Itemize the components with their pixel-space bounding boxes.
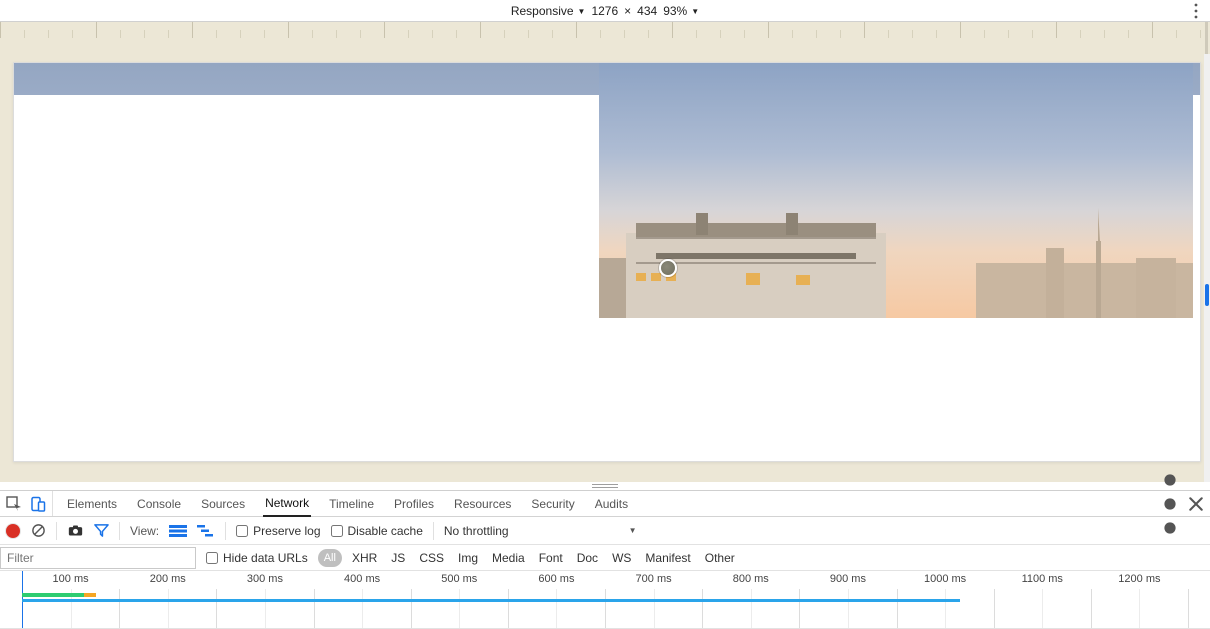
preserve-log-input[interactable]: [236, 525, 248, 537]
view-label: View:: [130, 524, 159, 538]
filter-all-pill[interactable]: All: [318, 549, 342, 567]
chevron-down-icon: ▼: [578, 7, 586, 16]
timeline-tick-label: 1100 ms: [1022, 573, 1063, 585]
panel-splitter[interactable]: [0, 482, 1210, 490]
tab-console[interactable]: Console: [135, 491, 183, 517]
filter-type-doc[interactable]: Doc: [577, 551, 598, 565]
tab-sources[interactable]: Sources: [199, 491, 247, 517]
timeline-segment-blue: [22, 599, 960, 602]
preserve-log-checkbox[interactable]: Preserve log: [236, 524, 320, 538]
timeline-tick-label: 700 ms: [636, 573, 672, 585]
zoom-dropdown[interactable]: 93% ▼: [663, 4, 699, 18]
timeline-tick-label: 500 ms: [441, 573, 477, 585]
device-stage: [0, 22, 1210, 482]
view-large-icon[interactable]: [169, 524, 187, 538]
viewport-height[interactable]: 434: [637, 4, 657, 18]
horizontal-ruler[interactable]: [0, 22, 1210, 38]
timeline-tick-label: 400 ms: [344, 573, 380, 585]
throttling-value: No throttling: [444, 524, 509, 538]
record-button[interactable]: [6, 524, 20, 538]
screenshot-button[interactable]: [67, 523, 83, 539]
close-devtools-icon[interactable]: [1188, 496, 1204, 512]
devtools-menu-icon[interactable]: [1162, 496, 1178, 512]
hide-data-urls-checkbox[interactable]: Hide data URLs: [206, 551, 308, 565]
device-mode-bar: Responsive ▼ 1276 × 434 93% ▼: [0, 0, 1210, 22]
tab-timeline[interactable]: Timeline: [327, 491, 376, 517]
filter-type-font[interactable]: Font: [539, 551, 563, 565]
timeline-segment-green: [22, 593, 84, 597]
device-options-menu[interactable]: [1190, 0, 1202, 22]
filter-input[interactable]: [0, 547, 196, 569]
tab-elements[interactable]: Elements: [65, 491, 119, 517]
disable-cache-checkbox[interactable]: Disable cache: [331, 524, 423, 538]
device-toggle-icon[interactable]: [30, 496, 46, 512]
network-toolbar: View: Preserve log Disable cache No thro…: [0, 517, 1210, 545]
timeline-tick-label: 300 ms: [247, 573, 283, 585]
filter-type-xhr[interactable]: XHR: [352, 551, 377, 565]
filter-type-ws[interactable]: WS: [612, 551, 631, 565]
hide-data-urls-input[interactable]: [206, 552, 218, 564]
network-filter-bar: Hide data URLs All XHR JS CSS Img Media Font D…: [0, 545, 1210, 571]
device-preset-dropdown[interactable]: Responsive ▼: [511, 4, 586, 18]
filter-type-manifest[interactable]: Manifest: [645, 551, 690, 565]
viewport-width[interactable]: 1276: [591, 4, 618, 18]
zoom-value: 93%: [663, 4, 687, 18]
tab-resources[interactable]: Resources: [452, 491, 513, 517]
filter-type-img[interactable]: Img: [458, 551, 478, 565]
preserve-log-label: Preserve log: [253, 524, 320, 538]
devtools-panel: Elements Console Sources Network Timeline Pro…: [0, 490, 1210, 629]
chevron-down-icon: ▼: [691, 7, 699, 16]
chevron-down-icon: ▼: [629, 526, 637, 535]
throttling-dropdown[interactable]: No throttling ▼: [444, 524, 637, 538]
dimension-separator: ×: [624, 4, 631, 18]
clear-button[interactable]: [30, 523, 46, 539]
hero-image: [599, 63, 1193, 318]
timeline-segment-yellow: [84, 593, 96, 597]
devtools-tabs: Elements Console Sources Network Timeline Pro…: [0, 491, 1210, 517]
tab-network[interactable]: Network: [263, 491, 311, 517]
disable-cache-input[interactable]: [331, 525, 343, 537]
timeline-tick-label: 100 ms: [53, 573, 89, 585]
timeline-tick-label: 800 ms: [733, 573, 769, 585]
timeline-tick-label: 1000 ms: [924, 573, 966, 585]
timeline-tick-label: 200 ms: [150, 573, 186, 585]
stage-right-rail: [1204, 54, 1210, 482]
tab-audits[interactable]: Audits: [593, 491, 630, 517]
filter-toggle-icon[interactable]: [93, 523, 109, 539]
timeline-tick-label: 1200 ms: [1118, 573, 1160, 585]
grip-icon: [592, 484, 618, 488]
timeline-tick-label: 900 ms: [830, 573, 866, 585]
page-preview-frame[interactable]: [13, 62, 1201, 462]
kebab-icon: [1190, 3, 1202, 19]
tab-profiles[interactable]: Profiles: [392, 491, 436, 517]
tab-security[interactable]: Security: [529, 491, 576, 517]
filter-type-js[interactable]: JS: [391, 551, 405, 565]
filter-type-css[interactable]: CSS: [419, 551, 444, 565]
inspect-element-icon[interactable]: [6, 496, 22, 512]
filter-type-media[interactable]: Media: [492, 551, 525, 565]
device-preset-label: Responsive: [511, 4, 574, 18]
filter-type-other[interactable]: Other: [705, 551, 735, 565]
rail-marker: [1205, 284, 1209, 306]
view-waterfall-icon[interactable]: [197, 524, 215, 538]
network-timeline[interactable]: 100 ms 200 ms 300 ms 400 ms 500 ms 600 ms 700 …: [0, 571, 1210, 629]
hide-data-urls-label: Hide data URLs: [223, 551, 308, 565]
touch-cursor-indicator: [659, 259, 677, 277]
timeline-tick-label: 600 ms: [538, 573, 574, 585]
disable-cache-label: Disable cache: [348, 524, 423, 538]
